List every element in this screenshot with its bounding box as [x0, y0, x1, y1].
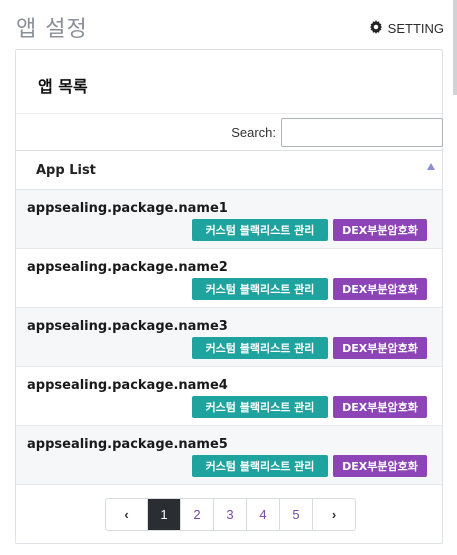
package-name: appsealing.package.name1: [27, 201, 228, 216]
search-input[interactable]: [281, 118, 443, 147]
custom-blacklist-button[interactable]: 커스텀 블랙리스트 관리: [192, 219, 328, 241]
card-title: 앱 목록: [16, 50, 442, 114]
setting-button[interactable]: SETTING: [369, 20, 444, 37]
setting-label: SETTING: [387, 21, 444, 36]
scrollbar[interactable]: [453, 0, 457, 95]
table-row: appsealing.package.name4 커스텀 블랙리스트 관리 DE…: [16, 367, 442, 426]
page-2-button[interactable]: 2: [181, 499, 214, 530]
pagination: ‹ 1 2 3 4 5 ›: [105, 498, 356, 531]
package-name: appsealing.package.name4: [27, 378, 228, 393]
dex-encryption-button[interactable]: DEX부분암호화: [333, 219, 427, 241]
custom-blacklist-button[interactable]: 커스텀 블랙리스트 관리: [192, 337, 328, 359]
table-row: appsealing.package.name5 커스텀 블랙리스트 관리 DE…: [16, 426, 442, 485]
table-row: appsealing.package.name3 커스텀 블랙리스트 관리 DE…: [16, 308, 442, 367]
sort-asc-icon[interactable]: [427, 163, 435, 170]
page-3-button[interactable]: 3: [214, 499, 247, 530]
page-title: 앱 설정: [16, 17, 88, 42]
package-name: appsealing.package.name2: [27, 260, 228, 275]
dex-encryption-button[interactable]: DEX부분암호화: [333, 337, 427, 359]
column-header-app-list[interactable]: App List: [16, 150, 442, 190]
custom-blacklist-button[interactable]: 커스텀 블랙리스트 관리: [192, 455, 328, 477]
page-header: 앱 설정 SETTING: [0, 0, 457, 50]
dex-encryption-button[interactable]: DEX부분암호화: [333, 278, 427, 300]
custom-blacklist-button[interactable]: 커스텀 블랙리스트 관리: [192, 396, 328, 418]
dex-encryption-button[interactable]: DEX부분암호화: [333, 455, 427, 477]
search-row: Search:: [16, 114, 443, 150]
table-row: appsealing.package.name1 커스텀 블랙리스트 관리 DE…: [16, 190, 442, 249]
app-table: App List appsealing.package.name1 커스텀 블랙…: [16, 150, 442, 485]
custom-blacklist-button[interactable]: 커스텀 블랙리스트 관리: [192, 278, 328, 300]
table-row: appsealing.package.name2 커스텀 블랙리스트 관리 DE…: [16, 249, 442, 308]
page-5-button[interactable]: 5: [280, 499, 313, 530]
search-label: Search:: [231, 124, 276, 140]
page-1-button[interactable]: 1: [148, 499, 181, 530]
next-page-button[interactable]: ›: [313, 499, 355, 530]
gear-icon: [369, 20, 383, 37]
app-list-card: 앱 목록 Search: App List appsealing.package…: [15, 49, 443, 544]
page-4-button[interactable]: 4: [247, 499, 280, 530]
package-name: appsealing.package.name3: [27, 319, 228, 334]
prev-page-button[interactable]: ‹: [106, 499, 148, 530]
column-header-label: App List: [36, 163, 96, 178]
package-name: appsealing.package.name5: [27, 437, 228, 452]
dex-encryption-button[interactable]: DEX부분암호화: [333, 396, 427, 418]
